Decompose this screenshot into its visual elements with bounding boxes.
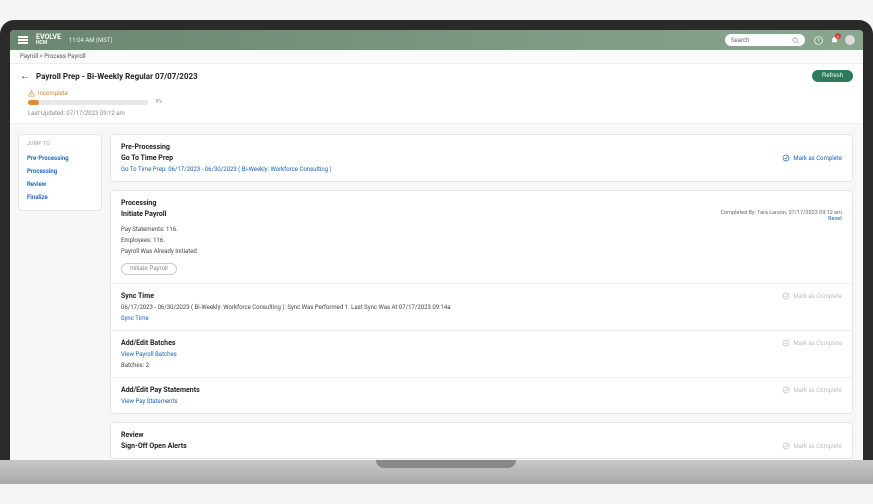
processing-card: Processing Initiate Payroll Completed By…	[110, 190, 853, 414]
section-heading-processing: Processing	[121, 199, 842, 207]
view-pay-statements-link[interactable]: View Pay Statements	[121, 398, 842, 405]
header-time: 11:04 AM (MST)	[69, 37, 113, 44]
mark-complete-disabled: Mark as Complete	[782, 292, 842, 300]
batches-title: Add/Edit Batches	[121, 339, 175, 347]
batches-count: Batches: 2	[121, 362, 842, 369]
review-card: Review Sign-Off Open Alerts Mark as Comp…	[110, 422, 853, 459]
refresh-button[interactable]: Refresh	[812, 70, 853, 82]
signoff-alerts-title: Sign-Off Open Alerts	[121, 442, 187, 450]
sync-time-title: Sync Time	[121, 292, 154, 300]
check-circle-icon	[782, 292, 790, 300]
section-heading-review: Review	[121, 431, 842, 439]
pay-statements-title: Add/Edit Pay Statements	[121, 386, 200, 394]
pay-statements-count: Pay Statements: 116.	[121, 226, 842, 233]
search-input[interactable]: Search	[725, 34, 805, 46]
page-title: Payroll Prep - Bi-Weekly Regular 07/07/2…	[36, 72, 806, 81]
breadcrumb[interactable]: Payroll > Process Payroll	[10, 50, 863, 64]
svg-text:?: ?	[817, 38, 820, 44]
check-circle-icon	[782, 154, 790, 162]
employees-count: Employees: 116.	[121, 237, 842, 244]
sidebar-item-preprocessing[interactable]: Pre-Processing	[27, 152, 93, 165]
section-heading-preprocessing: Pre-Processing	[121, 143, 842, 151]
search-icon	[792, 37, 799, 44]
status-badge: Incomplete	[28, 90, 845, 97]
sidebar-item-processing[interactable]: Processing	[27, 165, 93, 178]
sidebar: JUMP TO Pre-Processing Processing Review…	[10, 124, 110, 460]
warning-icon	[28, 90, 35, 97]
sidebar-item-review[interactable]: Review	[27, 178, 93, 191]
check-circle-icon	[782, 386, 790, 394]
progress-bar: 9%	[28, 100, 148, 105]
notification-icon[interactable]: 2	[829, 35, 839, 45]
mark-complete-disabled: Mark as Complete	[782, 339, 842, 347]
go-to-time-prep-title: Go To Time Prep	[121, 154, 173, 162]
time-prep-link[interactable]: Go To Time Prep: 06/17/2023 - 06/30/2023…	[121, 166, 842, 173]
mark-complete-disabled: Mark as Complete	[782, 386, 842, 394]
preprocessing-card: Pre-Processing Go To Time Prep Mark as C…	[110, 134, 853, 182]
main-content: Pre-Processing Go To Time Prep Mark as C…	[110, 124, 863, 460]
sync-time-link[interactable]: Sync Time	[121, 315, 842, 322]
check-circle-icon	[782, 339, 790, 347]
hamburger-menu-icon[interactable]	[18, 35, 28, 46]
last-updated: Last Updated: 07/17/2023 09:12 am	[10, 107, 863, 124]
back-arrow-icon[interactable]: ←	[20, 71, 30, 82]
avatar[interactable]	[845, 35, 855, 45]
view-batches-link[interactable]: View Payroll Batches	[121, 351, 842, 358]
app-header: EVOLVE HCM 11:04 AM (MST) Search ? 2	[10, 30, 863, 50]
completed-by-text: Completed By: Tara Larson, 07/17/2023 09…	[720, 210, 842, 216]
check-circle-icon	[782, 442, 790, 450]
logo: EVOLVE HCM	[36, 34, 61, 46]
sync-body-text: 06/17/2023 - 06/30/2023 ( Bi-Weekly: Wor…	[121, 304, 842, 311]
notification-badge: 2	[835, 33, 841, 39]
jump-to-label: JUMP TO	[27, 141, 93, 147]
initiate-payroll-title: Initiate Payroll	[121, 210, 167, 218]
already-initiated-text: Payroll Was Already Initiated	[121, 248, 842, 255]
mark-complete-disabled: Mark as Complete	[782, 442, 842, 450]
sidebar-item-finalize[interactable]: Finalize	[27, 191, 93, 204]
reset-link[interactable]: Reset	[720, 216, 842, 222]
help-icon[interactable]: ?	[813, 35, 823, 45]
initiate-payroll-button[interactable]: Initiate Payroll	[121, 263, 177, 275]
mark-complete-link[interactable]: Mark as Complete	[782, 154, 842, 162]
